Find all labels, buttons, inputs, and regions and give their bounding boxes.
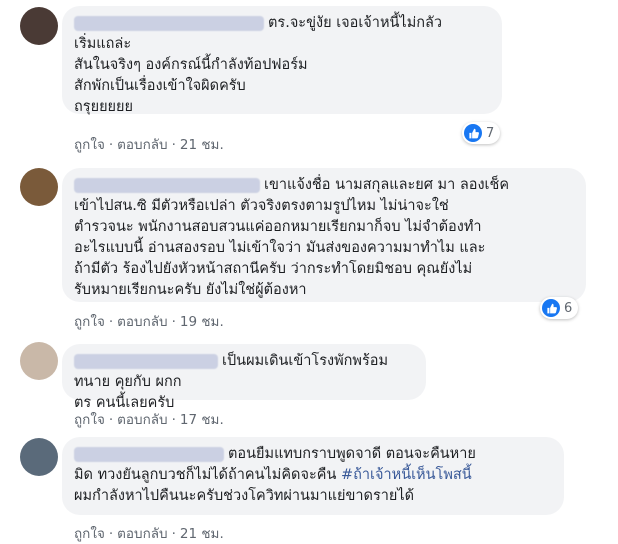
- commenter-avatar[interactable]: [20, 168, 58, 206]
- reaction-count-value: 7: [486, 125, 495, 141]
- reaction-count[interactable]: 6: [540, 297, 579, 319]
- separator: ·: [171, 526, 176, 542]
- reaction-count[interactable]: 7: [462, 122, 501, 144]
- like-link[interactable]: ถูกใจ: [74, 310, 105, 332]
- commenter-name-blurred[interactable]: [74, 353, 218, 369]
- comment-text: เขาแจ้งชื่อ นามสกุลและยศ มา ลองเช็ค เข้า…: [74, 177, 510, 298]
- separator: ·: [108, 314, 114, 330]
- reply-link[interactable]: ตอบกลับ: [117, 133, 167, 155]
- commenter-name-blurred[interactable]: [74, 15, 264, 31]
- commenter-avatar[interactable]: [20, 7, 58, 45]
- comment-bubble: เขาแจ้งชื่อ นามสกุลและยศ มา ลองเช็ค เข้า…: [62, 168, 586, 302]
- timestamp-link[interactable]: 17 ชม.: [180, 408, 224, 430]
- timestamp-link[interactable]: 19 ชม.: [180, 310, 224, 332]
- comment-actions: ถูกใจ · ตอบกลับ · 17 ชม.: [74, 408, 224, 430]
- like-link[interactable]: ถูกใจ: [74, 522, 105, 544]
- comment-text: เป็นผมเดินเข้าโรงพักพร้อมทนาย คุยกับ ผกก…: [74, 353, 389, 411]
- commenter-name-blurred[interactable]: [74, 177, 260, 193]
- separator: ·: [171, 412, 176, 428]
- comment-text: ตอนยืมแทบกราบพูดจาดี ตอนจะคืนหาย มิด ทวง…: [74, 446, 476, 504]
- reaction-count-value: 6: [564, 300, 573, 316]
- commenter-name-blurred[interactable]: [74, 446, 224, 462]
- commenter-avatar[interactable]: [20, 438, 58, 476]
- hashtag-link[interactable]: #ถ้าเจ้าหนี้เห็นโพสนี้: [341, 467, 472, 483]
- commenter-avatar[interactable]: [20, 342, 58, 380]
- comment-actions: ถูกใจ · ตอบกลับ · 21 ชม.: [74, 133, 224, 155]
- like-link[interactable]: ถูกใจ: [74, 408, 105, 430]
- like-link[interactable]: ถูกใจ: [74, 133, 105, 155]
- comment-bubble: เป็นผมเดินเข้าโรงพักพร้อมทนาย คุยกับ ผกก…: [62, 344, 426, 411]
- reply-link[interactable]: ตอบกลับ: [117, 522, 167, 544]
- reply-link[interactable]: ตอบกลับ: [117, 310, 167, 332]
- timestamp-link[interactable]: 21 ชม.: [180, 522, 224, 544]
- separator: ·: [171, 137, 176, 153]
- like-reaction-icon: [464, 124, 482, 142]
- timestamp-link[interactable]: 21 ชม.: [180, 133, 224, 155]
- like-reaction-icon: [542, 299, 560, 317]
- separator: ·: [108, 137, 114, 153]
- comment-text: ตร.จะขู่งัย เจอเจ้าหนี้ไม่กลัว เริ่มแถล่…: [74, 15, 443, 115]
- separator: ·: [171, 314, 176, 330]
- comment-actions: ถูกใจ · ตอบกลับ · 19 ชม.: [74, 310, 224, 332]
- comment-bubble: ตร.จะขู่งัย เจอเจ้าหนี้ไม่กลัว เริ่มแถล่…: [62, 6, 502, 115]
- comment-bubble: ตอนยืมแทบกราบพูดจาดี ตอนจะคืนหาย มิด ทวง…: [62, 437, 564, 515]
- separator: ·: [108, 412, 114, 428]
- separator: ·: [108, 526, 114, 542]
- reply-link[interactable]: ตอบกลับ: [117, 408, 167, 430]
- comment-actions: ถูกใจ · ตอบกลับ · 21 ชม.: [74, 522, 224, 544]
